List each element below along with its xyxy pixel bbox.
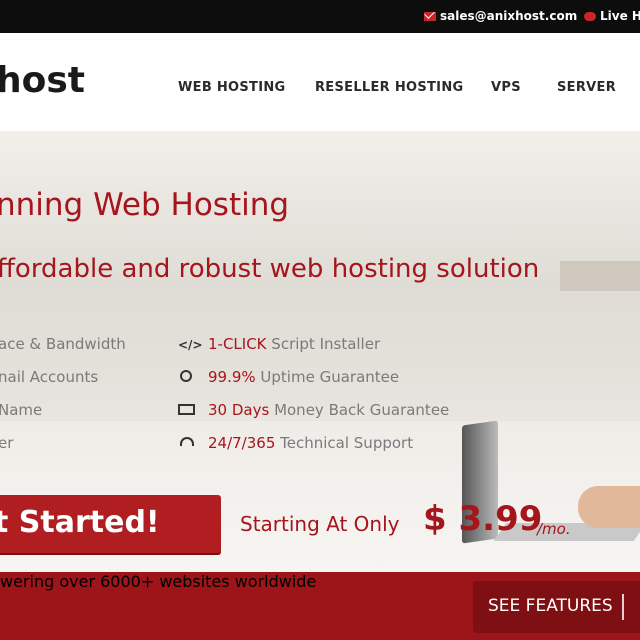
price-period: /mo. [537, 520, 571, 538]
feature-highlight: 99.9% [208, 368, 256, 386]
get-started-button[interactable]: t Started! [0, 495, 221, 553]
chat-bubble-icon [584, 11, 596, 21]
envelope-icon [424, 11, 436, 21]
top-bar: sales@anixhost.com Live H [0, 0, 640, 33]
feature-uptime: 99.9% Uptime Guarantee [208, 368, 399, 386]
get-started-label: t Started! [0, 505, 160, 540]
feature-highlight: 1-CLICK [208, 335, 267, 353]
feature-highlight: 30 Days [208, 401, 270, 419]
feature-money-back: 30 Days Money Back Guarantee [208, 401, 449, 419]
feature-left-2: nail Accounts [0, 368, 99, 386]
feature-text: Uptime Guarantee [255, 368, 400, 386]
money-icon [178, 404, 195, 418]
live-help-text: Live H [600, 9, 640, 23]
feature-left-4: er [0, 434, 14, 452]
nav-server[interactable]: SERVER [557, 80, 616, 95]
headset-icon [180, 437, 196, 451]
see-features-label: SEE FEATURES [488, 596, 613, 616]
see-features-button[interactable]: SEE FEATURES [473, 581, 640, 633]
nav-web-hosting[interactable]: WEB HOSTING [178, 80, 286, 95]
hero-background-shelf [560, 261, 640, 291]
feature-text: Technical Support [275, 434, 414, 452]
email-link[interactable]: sales@anixhost.com [424, 9, 577, 23]
feature-support: 24/7/365 Technical Support [208, 434, 413, 452]
feature-text: Script Installer [266, 335, 381, 353]
code-icon: </> [178, 338, 203, 352]
email-text: sales@anixhost.com [440, 9, 578, 23]
nav-reseller-hosting[interactable]: RESELLER HOSTING [315, 80, 463, 95]
feature-highlight: 24/7/365 [208, 434, 276, 452]
clock-icon [180, 370, 196, 384]
hero-subheadline: ffordable and robust web hosting solutio… [0, 254, 540, 284]
feature-script-installer: 1-CLICK Script Installer [208, 335, 380, 353]
feature-left-3: Name [0, 401, 43, 419]
nav-vps[interactable]: VPS [491, 80, 521, 95]
price-value: $ 3.99 [423, 499, 543, 539]
live-help-link[interactable]: Live H [584, 9, 640, 23]
feature-text: Money Back Guarantee [269, 401, 450, 419]
hero-headline: nning Web Hosting [0, 187, 290, 223]
price-label: Starting At Only [240, 512, 400, 536]
divider [622, 594, 624, 620]
main-nav: WEB HOSTING RESELLER HOSTING VPS SERVER [0, 80, 640, 100]
person-arm-image [578, 486, 640, 528]
feature-left-1: ace & Bandwidth [0, 335, 126, 353]
